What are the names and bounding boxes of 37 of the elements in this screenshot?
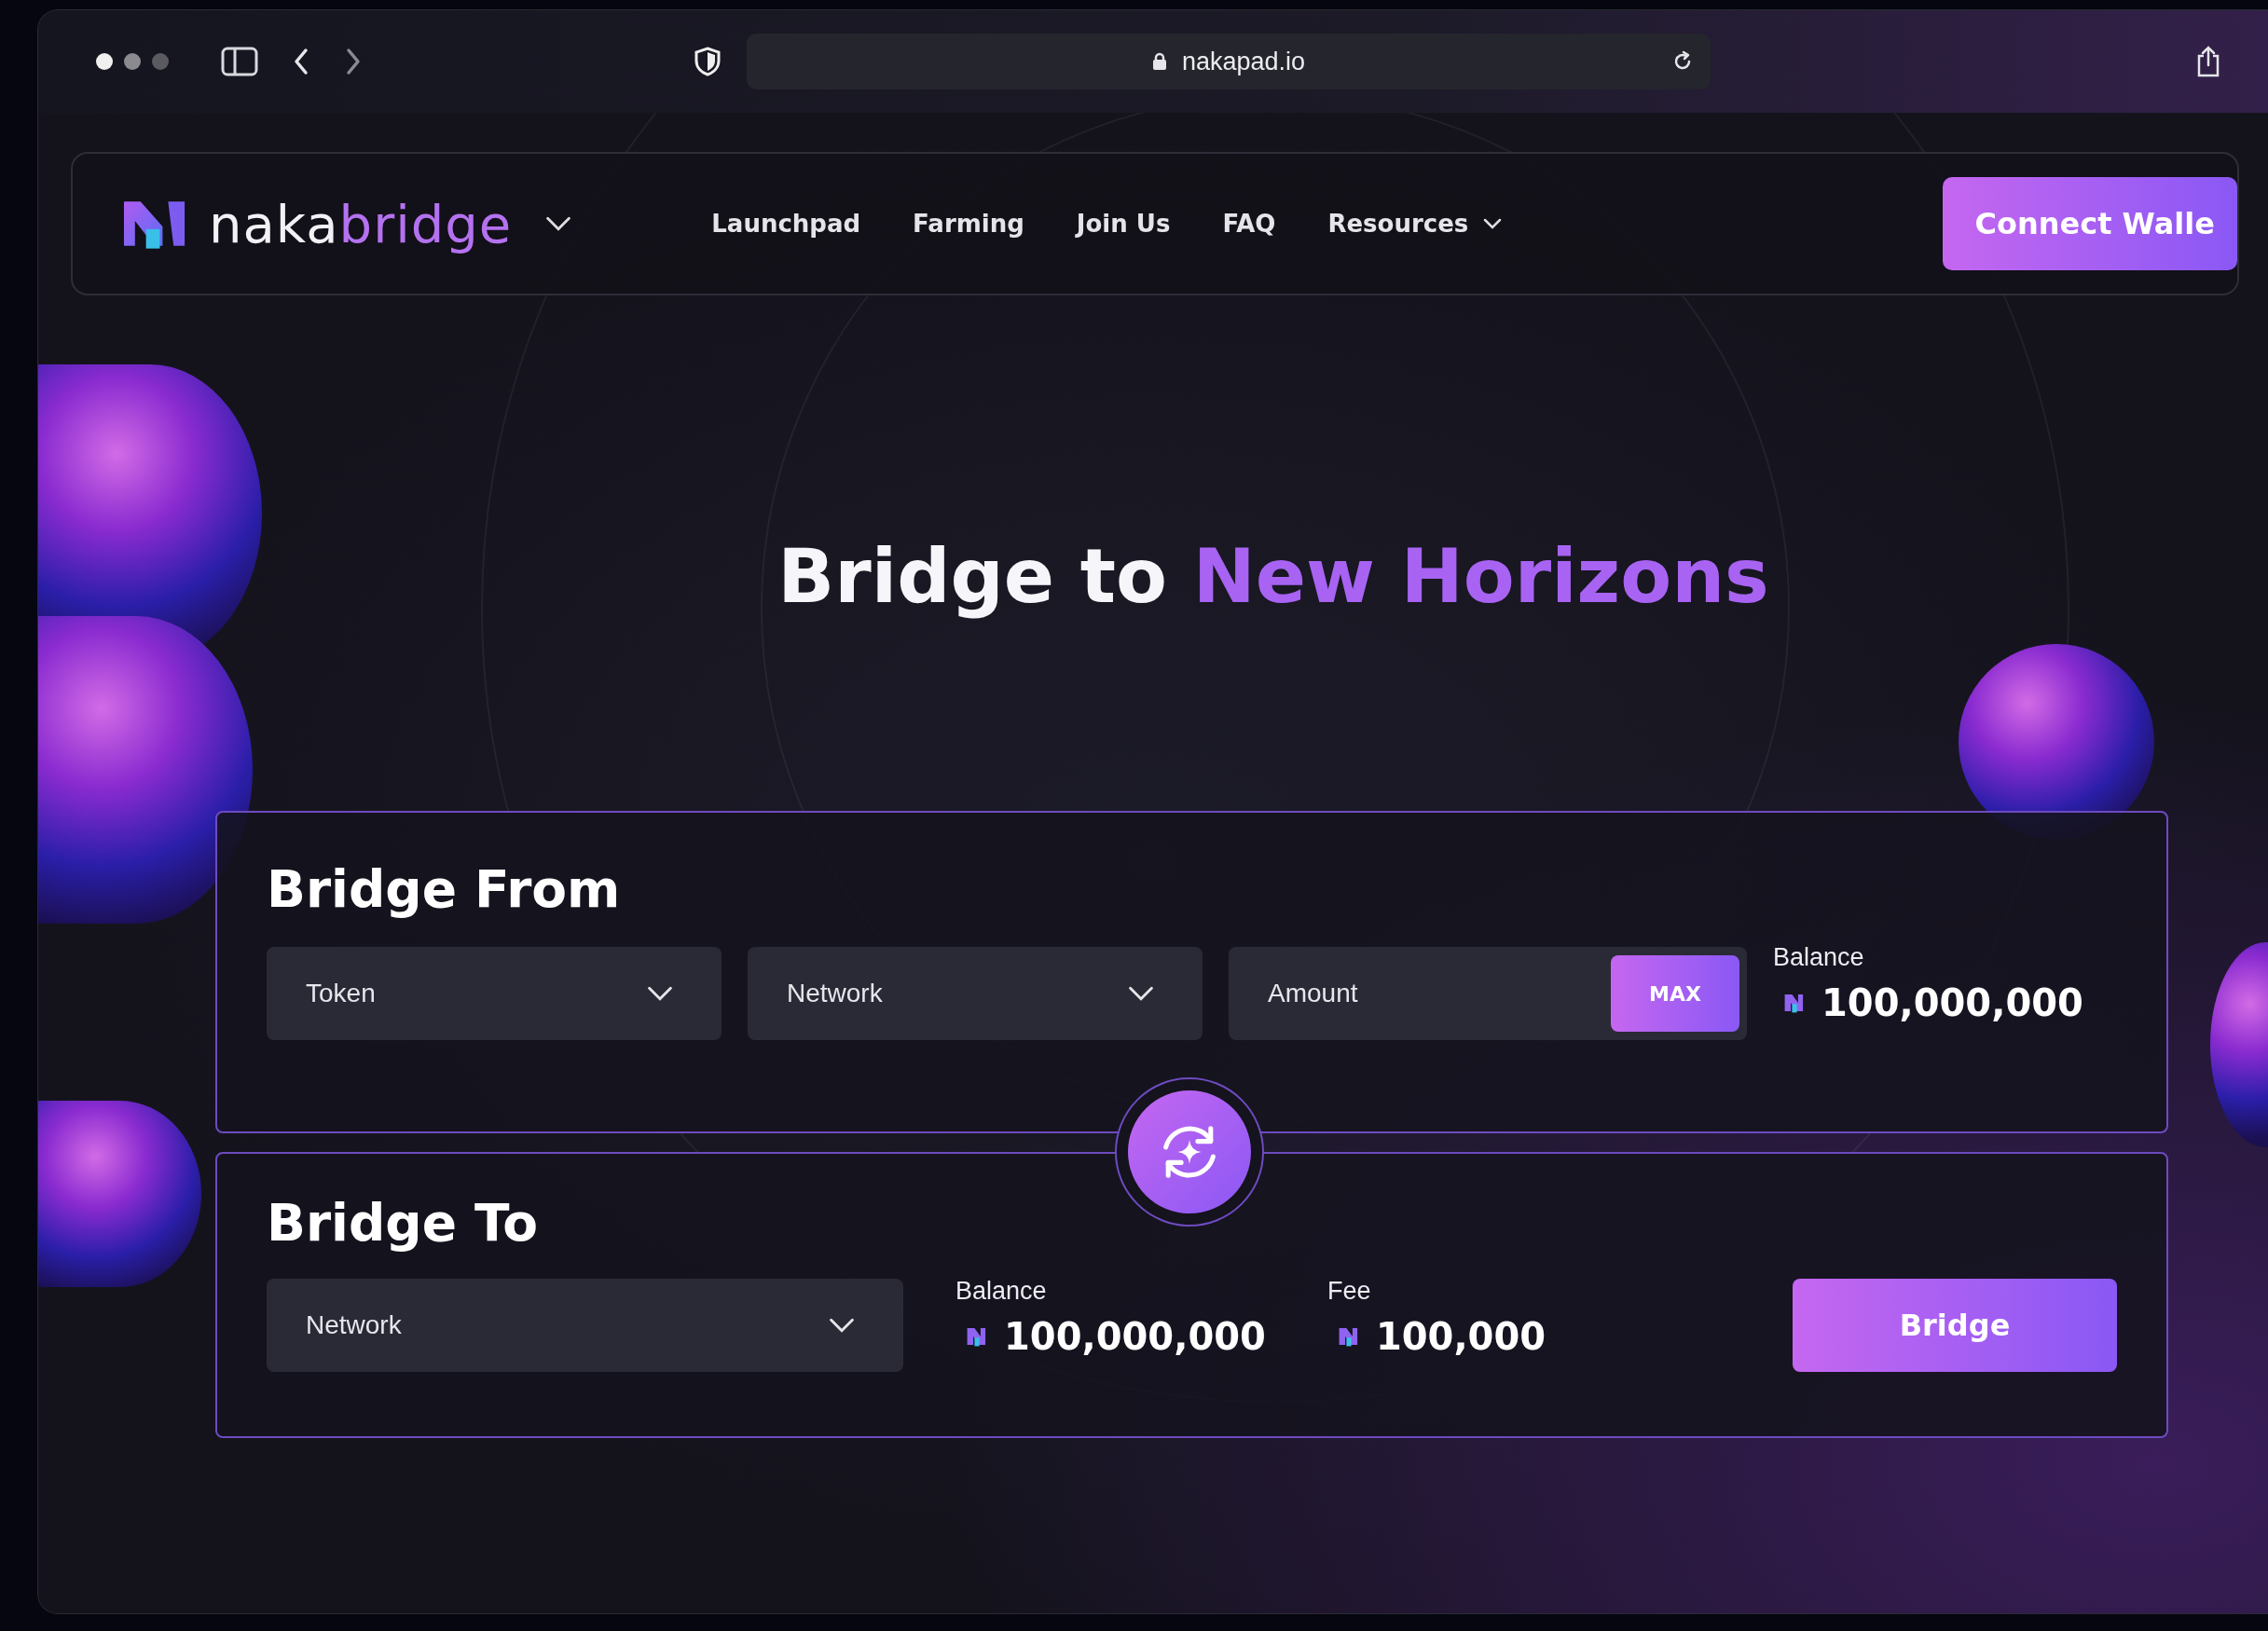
- nav-link[interactable]: Launchpad: [711, 210, 861, 238]
- sidebar-icon[interactable]: [221, 47, 258, 76]
- nav-link[interactable]: FAQ: [1222, 210, 1276, 238]
- nav-link[interactable]: Join Us: [1076, 210, 1171, 238]
- card-title: Bridge To: [267, 1193, 540, 1253]
- dropdown-field[interactable]: Token: [267, 947, 722, 1040]
- chevron-down-icon[interactable]: [545, 216, 572, 231]
- balance-label: Balance: [1773, 942, 1865, 972]
- nav-link[interactable]: Resources: [1327, 210, 1503, 238]
- close-window-dot[interactable]: [96, 53, 113, 70]
- forward-icon[interactable]: [344, 47, 363, 76]
- chevron-down-icon: [647, 986, 673, 1001]
- dropdown-field[interactable]: Network: [748, 947, 1203, 1040]
- balance-value: 100,000,000: [1821, 980, 2083, 1024]
- back-icon[interactable]: [292, 47, 310, 76]
- bridge-button[interactable]: Bridge: [1793, 1279, 2117, 1372]
- stat-label: Fee: [1326, 1276, 1372, 1306]
- brand-name: nakabridge: [209, 193, 513, 254]
- dropdown-field[interactable]: Network: [267, 1279, 903, 1372]
- lock-icon: [1151, 52, 1167, 71]
- shield-icon[interactable]: [694, 47, 721, 76]
- stat-value: 100,000: [1375, 1314, 1546, 1358]
- address-bar[interactable]: nakapad.io: [747, 34, 1711, 89]
- card-title: Bridge From: [267, 859, 622, 919]
- amount-field[interactable]: Amount MAX: [1229, 947, 1747, 1040]
- stat-value: 100,000,000: [1004, 1314, 1266, 1358]
- chevron-down-icon: [1483, 218, 1503, 229]
- chevron-down-icon: [1128, 986, 1154, 1001]
- hero-title: Bridge to New Horizons: [777, 533, 1770, 620]
- max-button[interactable]: MAX: [1611, 955, 1739, 1032]
- chevron-down-icon: [829, 1318, 855, 1333]
- connect-wallet-button[interactable]: Connect Walle: [1943, 177, 2237, 270]
- stat-label: Balance: [955, 1276, 1048, 1306]
- nav-link[interactable]: Farming: [913, 210, 1024, 238]
- share-icon[interactable]: [2195, 45, 2221, 78]
- minimize-window-dot[interactable]: [124, 53, 141, 70]
- zoom-window-dot[interactable]: [152, 53, 169, 70]
